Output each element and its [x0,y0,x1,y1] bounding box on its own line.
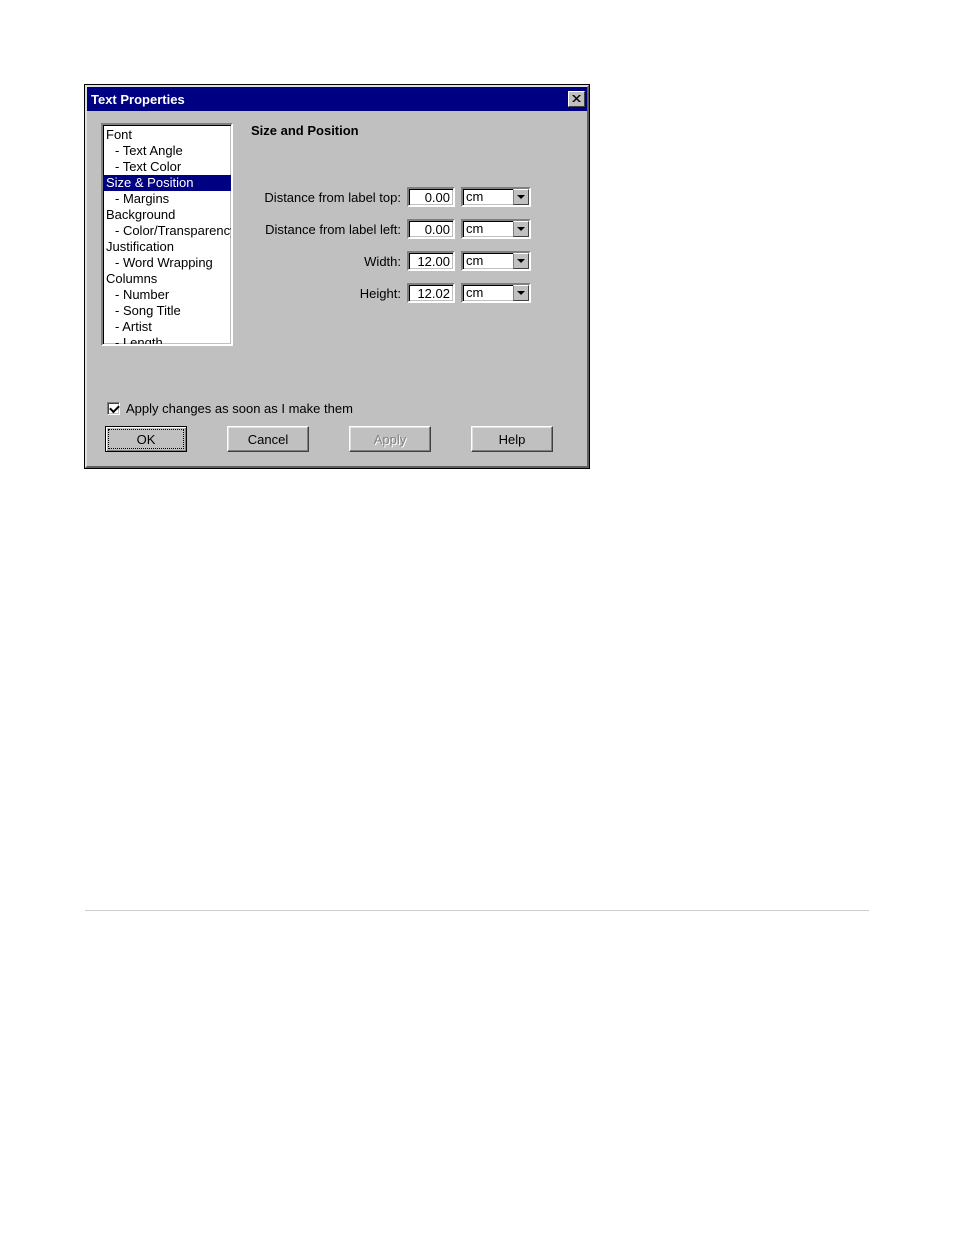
field-label: Distance from label left: [251,222,407,237]
tree-item[interactable]: - Margins [103,191,231,207]
unit-value: cm [463,189,513,205]
tree-item[interactable]: - Text Color [103,159,231,175]
tree-item[interactable]: Size & Position [103,175,231,191]
chevron-down-icon [513,285,529,301]
unit-select[interactable]: cm [461,219,531,239]
unit-select[interactable]: cm [461,187,531,207]
ok-button[interactable]: OK [105,426,187,452]
field-label: Width: [251,254,407,269]
field-row: Width: cm [251,250,573,272]
close-icon [572,95,581,103]
tree-item[interactable]: Background [103,207,231,223]
field-row: Distance from label top: cm [251,186,573,208]
apply-immediately-row: Apply changes as soon as I make them [87,395,587,426]
apply-immediately-label: Apply changes as soon as I make them [126,401,353,416]
close-button[interactable] [568,91,585,107]
field-label: Height: [251,286,407,301]
chevron-down-icon [513,253,529,269]
button-row: OK Cancel Apply Help [87,426,587,466]
right-panel: Size and Position Distance from label to… [251,123,573,383]
tree-item[interactable]: Justification [103,239,231,255]
titlebar: Text Properties [87,87,587,111]
tree-item[interactable]: - Text Angle [103,143,231,159]
unit-select[interactable]: cm [461,283,531,303]
apply-button: Apply [349,426,431,452]
tree-item[interactable]: Columns [103,271,231,287]
tree-item[interactable]: - Song Title [103,303,231,319]
unit-select[interactable]: cm [461,251,531,271]
tree-item[interactable]: - Color/Transparency [103,223,231,239]
unit-value: cm [463,253,513,269]
dialog-title: Text Properties [91,92,185,107]
chevron-down-icon [513,189,529,205]
text-properties-dialog: Text Properties Font- Text Angle- Text C… [85,85,589,468]
value-input[interactable] [407,283,455,303]
tree-item[interactable]: - Number [103,287,231,303]
tree-item[interactable]: Font [103,127,231,143]
help-button[interactable]: Help [471,426,553,452]
cancel-button[interactable]: Cancel [227,426,309,452]
panel-heading: Size and Position [251,123,573,138]
field-row: Height: cm [251,282,573,304]
value-input[interactable] [407,251,455,271]
tree-item[interactable]: - Word Wrapping [103,255,231,271]
tree-item[interactable]: - Artist [103,319,231,335]
unit-value: cm [463,221,513,237]
field-label: Distance from label top: [251,190,407,205]
unit-value: cm [463,285,513,301]
value-input[interactable] [407,219,455,239]
category-tree[interactable]: Font- Text Angle- Text ColorSize & Posit… [101,123,233,346]
apply-immediately-checkbox[interactable] [107,402,120,415]
value-input[interactable] [407,187,455,207]
chevron-down-icon [513,221,529,237]
page-divider [85,910,869,911]
field-row: Distance from label left: cm [251,218,573,240]
tree-item[interactable]: - Length [103,335,231,346]
